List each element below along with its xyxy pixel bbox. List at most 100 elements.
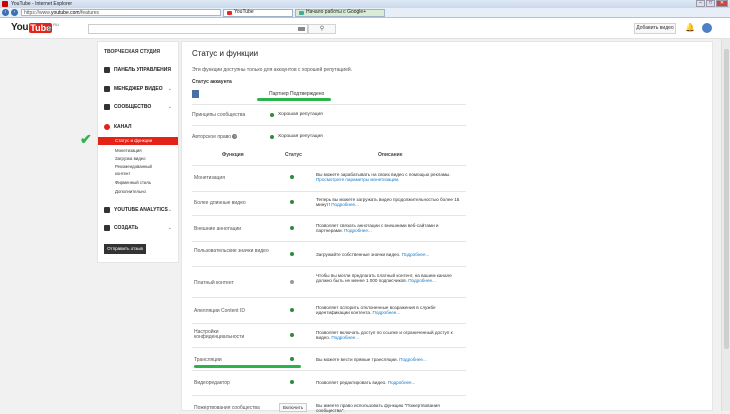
back-icon[interactable]: ‹ [2,9,9,16]
sidebar-item-upload-defaults[interactable]: Загрузка видео [115,156,146,161]
scrollbar-thumb[interactable] [724,49,729,349]
sidebar-item-featured-cont[interactable]: контент [115,171,130,176]
sidebar-item-video-manager[interactable]: МЕНЕДЖЕР ВИДЕО [104,86,163,92]
send-feedback-button[interactable]: Отправить отзыв [104,244,146,254]
keyboard-icon[interactable] [298,27,305,31]
feature-link[interactable]: Подробнее... [399,357,427,362]
feature-description: Вы можете зарабатывать на своих видео с … [316,172,466,183]
feature-name: Апелляции Content ID [194,308,245,314]
window-controls: – □ ✕ [696,0,728,7]
chevron-down-icon[interactable]: ⌄ [168,225,172,231]
guide-menu-icon[interactable]: ☰ [46,26,51,33]
sidebar-item-label: КАНАЛ [114,124,132,130]
video-manager-icon [104,86,110,92]
feature-description-text: Вы можете зарабатывать на своих видео с … [316,172,451,177]
upload-button[interactable]: Добавить видео [634,23,676,34]
feature-description-text: Позволяет редактировать видео. [316,380,387,385]
feature-description: Позволяет связать аннотации с внешними в… [316,223,466,234]
search-button[interactable]: ⚲ [308,24,336,34]
search-icon: ⚲ [319,26,325,32]
sidebar-item-dashboard[interactable]: ПАНЕЛЬ УПРАВЛЕНИЯ [104,67,171,73]
status-ok-icon [270,113,274,117]
main-content: Статус и функции Эти функции доступны то… [181,41,713,413]
youtube-logo[interactable]: You Tube RU [11,22,59,33]
feature-name: Настройки конфиденциальности [194,329,245,341]
sidebar-item-monetization[interactable]: Монетизация [115,148,142,153]
sidebar-item-status-and-features[interactable]: Статус и функции [98,137,178,145]
feature-link[interactable]: Подробнее... [408,278,436,283]
feature-link[interactable]: Подробнее... [388,380,416,385]
community-guidelines-label: Принципы сообщества [192,112,246,118]
description-column-header: Описание [378,152,403,158]
address-bar[interactable]: https://www.youtube.com/features [21,9,221,16]
community-guidelines-status: Хорошая репутация [278,112,323,117]
forward-icon[interactable]: › [11,9,18,16]
sidebar-item-branding[interactable]: Фирменный стиль [115,180,151,185]
browser-tab-google-plus[interactable]: Начало работы с Google+ [295,8,385,17]
divider [192,165,466,166]
window-titlebar: YouTube - Internet Explorer – □ ✕ [0,0,730,8]
url-prefix: https://www. [24,10,51,16]
divider [192,241,466,242]
partner-status: Партнер Подтверждено [269,91,325,97]
help-icon[interactable]: ? [232,134,238,139]
url-domain: youtube.com [50,10,80,16]
chevron-down-icon[interactable]: ⌄ [168,86,172,92]
feature-link[interactable]: Просмотрите параметры монетизации. [316,177,399,182]
divider [192,297,466,298]
page-scrollbar[interactable] [721,39,730,411]
minimize-button[interactable]: – [696,0,705,7]
window-title: YouTube - Internet Explorer [11,1,73,7]
avatar[interactable] [702,23,712,33]
intro-text: Эти функции доступны только для аккаунто… [192,67,353,73]
green-check-icon: ✔ [80,131,92,147]
status-ok-icon [290,226,294,230]
logo-you: You [11,22,29,33]
feature-name: Видеоредактор [194,380,230,386]
feature-name: Пользовательские значки видео [194,248,269,254]
feature-description: Теперь вы можете загружать видео продолж… [316,197,466,208]
youtube-header: You Tube RU ☰ ⚲ Добавить видео 🔔 [0,18,730,39]
browser-tab-youtube[interactable]: YouTube [223,8,293,17]
youtube-tab-icon [227,10,232,15]
divider [192,104,466,105]
youtube-app-icon [2,1,8,7]
search-input[interactable] [88,24,308,34]
sidebar-item-label: Статус и функции [115,138,153,143]
community-icon [104,104,110,110]
divider [192,125,466,126]
streaming-highlight-bar [194,365,301,368]
maximize-button[interactable]: □ [706,0,715,7]
divider [192,347,466,348]
status-ok-icon [290,308,294,312]
feature-description: Вы можете вести прямые трансляции. Подро… [316,357,466,362]
status-ok-icon [290,357,294,361]
tab-label: YouTube [234,9,254,15]
feature-link[interactable]: Подробнее... [344,228,372,233]
close-window-button[interactable]: ✕ [716,0,728,7]
create-icon [104,225,110,231]
sidebar-item-advanced[interactable]: Дополнительно [115,189,146,194]
notifications-bell-icon[interactable]: 🔔 [685,23,695,32]
feature-link[interactable]: Подробнее... [331,335,359,340]
sidebar-item-community[interactable]: СООБЩЕСТВО [104,104,151,110]
partner-icon [192,90,199,98]
feature-description-text: Позволяет связать аннотации с внешними в… [316,223,439,234]
sidebar-item-create[interactable]: СОЗДАТЬ [104,225,138,231]
status-column-header: Статус [285,152,302,158]
logo-region: RU [53,22,59,27]
feature-link[interactable]: Подробнее... [373,310,401,315]
feature-name: Внешние аннотации [194,226,242,232]
sidebar-item-analytics[interactable]: YOUTUBE ANALYTICS [104,207,168,213]
status-ok-icon [290,175,294,179]
chevron-down-icon[interactable]: ⌄ [168,207,172,213]
chevron-down-icon[interactable]: ⌄ [168,104,172,110]
feature-name: Пожертвования сообщества [194,405,260,411]
sidebar-item-featured[interactable]: Рекомендованный [115,164,152,169]
divider [192,395,466,396]
feature-link[interactable]: Подробнее... [402,252,430,257]
sidebar-title: ТВОРЧЕСКАЯ СТУДИЯ [104,49,161,55]
sidebar-item-channel[interactable]: КАНАЛ [104,124,131,130]
feature-link[interactable]: Подробнее... [331,202,359,207]
copyright-status: Хорошая репутация [278,134,323,139]
